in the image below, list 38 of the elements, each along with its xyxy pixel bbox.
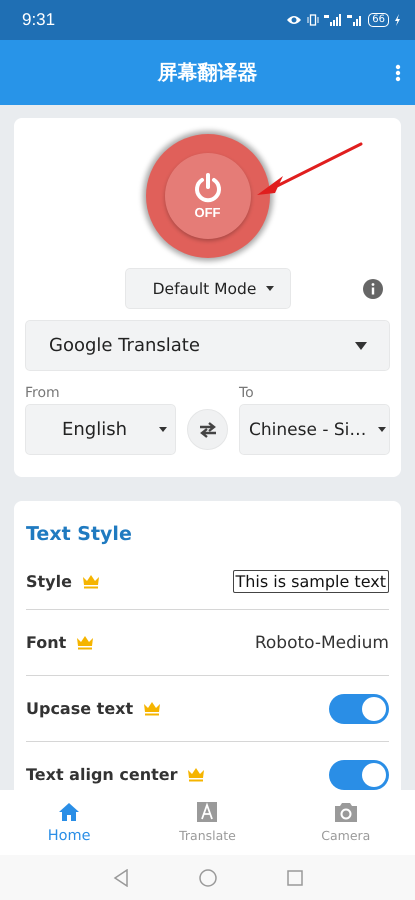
from-language-dropdown[interactable]: English — [25, 404, 176, 455]
home-circle-icon[interactable] — [198, 868, 216, 886]
setting-label: Text align center — [26, 765, 178, 784]
mode-dropdown[interactable]: Default Mode — [124, 268, 290, 309]
toggle-switch[interactable] — [329, 694, 389, 724]
to-label: To — [239, 385, 255, 401]
eye-icon — [286, 15, 302, 25]
setting-label: Upcase text — [26, 699, 134, 718]
letter-a-icon — [197, 802, 218, 822]
font-value[interactable]: Roboto-Medium — [254, 632, 389, 652]
charging-icon — [394, 14, 401, 26]
info-icon[interactable] — [363, 278, 383, 298]
swap-icon — [198, 420, 218, 438]
caret-icon — [355, 342, 367, 350]
caret-icon — [378, 427, 386, 432]
sample-text[interactable]: This is sample text — [232, 570, 389, 592]
signal-icon — [324, 14, 342, 26]
camera-icon — [334, 802, 358, 822]
setting-label: Style — [26, 572, 72, 590]
from-label: From — [25, 385, 61, 401]
to-language-dropdown[interactable]: Chinese - Si… — [239, 404, 390, 455]
home-icon — [58, 802, 80, 822]
setting-label: Font — [26, 633, 66, 652]
caret-icon — [266, 286, 274, 291]
section-title: Text Style — [26, 523, 133, 545]
power-icon — [192, 172, 222, 202]
status-time: 9:31 — [22, 10, 56, 30]
engine-dropdown[interactable]: Google Translate — [25, 320, 390, 371]
caret-icon — [159, 427, 167, 432]
swap-button[interactable] — [187, 409, 228, 450]
signal-icon — [347, 14, 364, 26]
vibrate-icon — [307, 14, 320, 26]
recents-icon[interactable] — [286, 870, 302, 886]
more-icon[interactable] — [395, 64, 401, 82]
app-title: 屏幕翻译器 — [158, 59, 258, 86]
toggle-switch[interactable] — [329, 760, 389, 790]
battery-level: 66 — [368, 13, 389, 27]
back-icon[interactable] — [112, 868, 128, 886]
